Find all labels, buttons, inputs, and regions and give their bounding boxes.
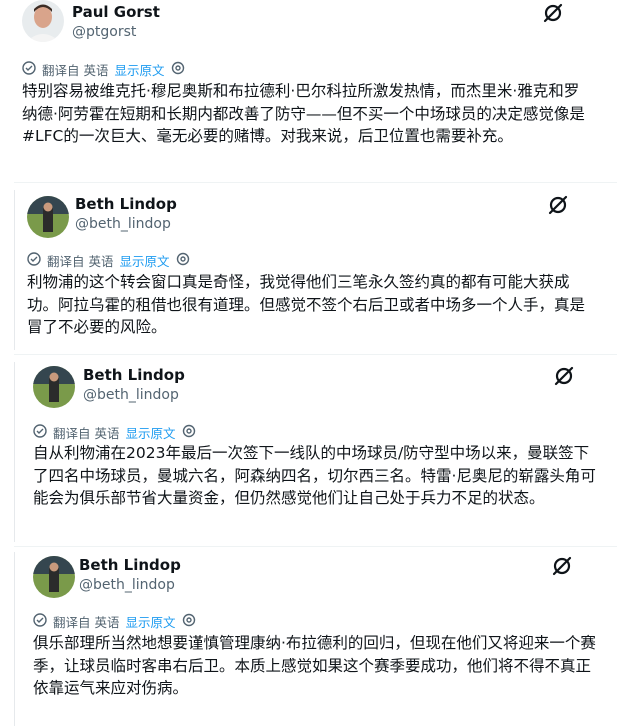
author-handle[interactable]: @beth_lindop (83, 387, 179, 403)
settings-icon[interactable] (176, 252, 190, 269)
translation-bar: 翻译自 英语 显示原文 (33, 612, 196, 631)
author-handle[interactable]: @ptgorst (72, 24, 136, 40)
author-handle[interactable]: @beth_lindop (75, 216, 171, 232)
grok-icon[interactable] (542, 2, 564, 24)
grok-icon[interactable] (553, 365, 575, 387)
author-name[interactable]: Beth Lindop (83, 366, 185, 384)
tweet-paul-gorst: Paul Gorst @ptgorst 翻译自 英语 显示原文 特别容易被维克托… (0, 0, 617, 178)
author-name[interactable]: Beth Lindop (79, 556, 181, 574)
avatar[interactable] (33, 366, 75, 408)
author-name[interactable]: Paul Gorst (72, 3, 160, 21)
tweet-text: 自从利物浦在2023年最后一次签下一线队的中场球员/防守型中场以来，曼联签下了四… (33, 444, 596, 507)
show-original-link[interactable]: 显示原文 (119, 251, 169, 270)
show-original-link[interactable]: 显示原文 (114, 60, 164, 79)
divider (14, 182, 617, 183)
show-original-link[interactable]: 显示原文 (125, 612, 175, 631)
translate-icon (33, 424, 47, 441)
translated-from-label: 翻译自 英语 (53, 615, 120, 630)
avatar[interactable] (27, 196, 69, 238)
translate-icon (33, 613, 47, 630)
show-original-link[interactable]: 显示原文 (125, 423, 175, 442)
tweet-beth-lindop-3: Beth Lindop @beth_lindop 翻译自 英语 显示原文 俱乐部… (14, 552, 617, 726)
translated-from-label: 翻译自 英语 (53, 426, 120, 441)
translation-bar: 翻译自 英语 显示原文 (22, 60, 185, 79)
tweet-beth-lindop-2: Beth Lindop @beth_lindop 翻译自 英语 显示原文 自从利… (14, 362, 617, 542)
divider (14, 354, 617, 355)
grok-icon[interactable] (551, 555, 573, 577)
tweet-text: 特别容易被维克托·穆尼奥斯和布拉德利·巴尔科拉所激发热情，而杰里米·雅克和罗纳德… (22, 82, 585, 145)
grok-icon[interactable] (547, 194, 569, 216)
tweet-beth-lindop-1: Beth Lindop @beth_lindop 翻译自 英语 显示原文 利物浦… (14, 190, 617, 350)
settings-icon[interactable] (182, 613, 196, 630)
tweet-text: 利物浦的这个转会窗口真是奇怪，我觉得他们三笔永久签约真的都有可能大获成功。阿拉乌… (27, 273, 586, 336)
tweet-text: 俱乐部理所当然地想要谨慎管理康纳·布拉德利的回归，但现在他们又将迎来一个赛季，让… (33, 634, 596, 697)
translated-from-label: 翻译自 英语 (42, 63, 109, 78)
settings-icon[interactable] (182, 424, 196, 441)
author-name[interactable]: Beth Lindop (75, 195, 177, 213)
translate-icon (22, 61, 36, 78)
translate-icon (27, 252, 41, 269)
translation-bar: 翻译自 英语 显示原文 (33, 423, 196, 442)
translation-bar: 翻译自 英语 显示原文 (27, 251, 190, 270)
avatar[interactable] (33, 556, 75, 598)
settings-icon[interactable] (171, 61, 185, 78)
divider (14, 546, 617, 547)
translated-from-label: 翻译自 英语 (47, 254, 114, 269)
author-handle[interactable]: @beth_lindop (79, 577, 175, 593)
avatar[interactable] (22, 0, 64, 42)
